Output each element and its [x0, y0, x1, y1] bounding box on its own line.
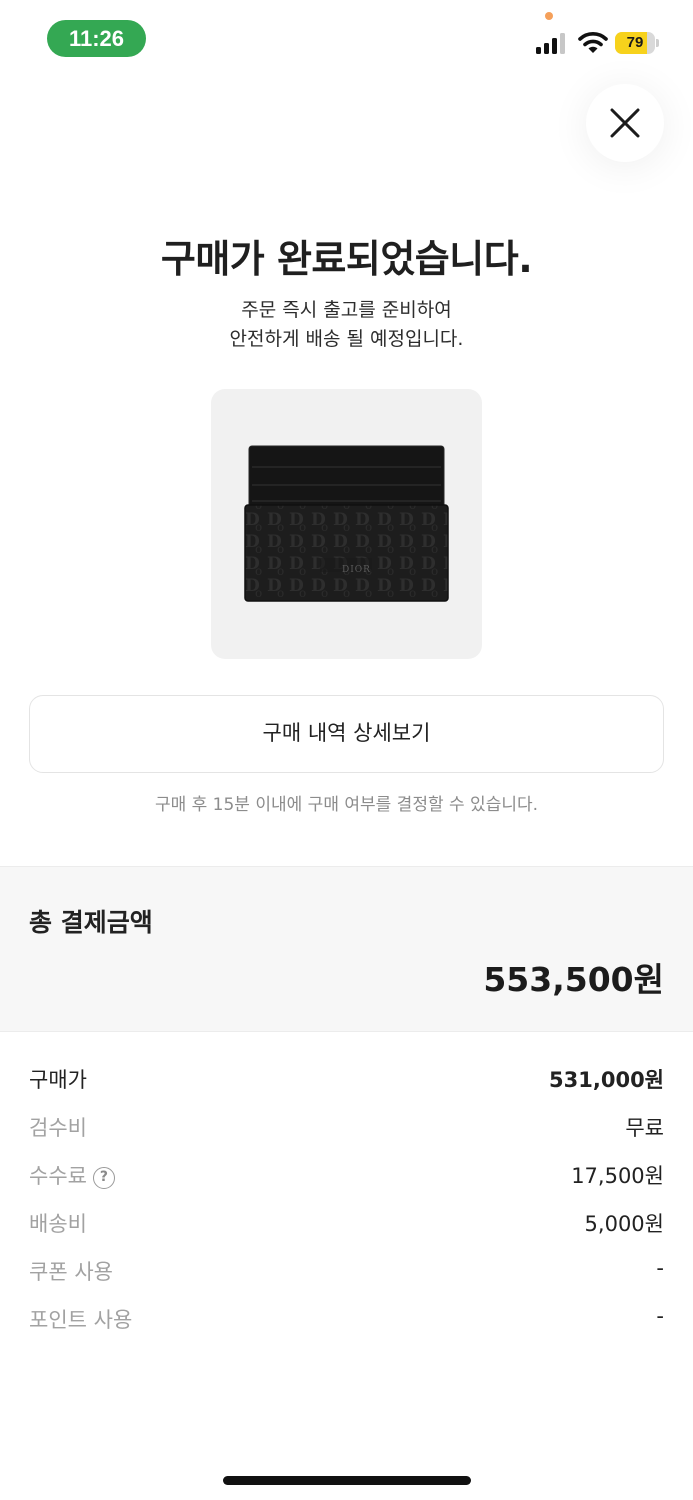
wifi-icon: [578, 32, 608, 53]
close-button[interactable]: [586, 84, 664, 162]
purchase-detail-button[interactable]: 구매 내역 상세보기: [29, 695, 664, 773]
purchase-price-label: 구매가: [29, 1068, 87, 1092]
close-icon: [610, 108, 640, 138]
breakdown-row-purchase-price: 구매가 531,000원: [29, 1054, 664, 1102]
breakdown-row-commission: 수수료? 17,500원: [29, 1150, 664, 1198]
purchase-price-value: 531,000원: [549, 1068, 664, 1092]
product-logo-text: DIOR: [342, 565, 371, 575]
product-image-card: D o DIOR: [211, 389, 482, 659]
inspection-fee-value: 무료: [625, 1116, 664, 1140]
payment-breakdown: 구매가 531,000원 검수비 무료 수수료? 17,500원 배송비 5,0…: [29, 1054, 664, 1342]
home-indicator[interactable]: [223, 1476, 471, 1485]
subtitle-line-2: 안전하게 배송 될 예정입니다.: [229, 328, 464, 350]
status-bar: 11:26 79: [0, 0, 693, 70]
privacy-indicator-dot: [545, 12, 553, 20]
page-subtitle: 주문 즉시 출고를 준비하여 안전하게 배송 될 예정입니다.: [0, 296, 693, 354]
total-payment-amount: 553,500원: [483, 960, 664, 999]
inspection-fee-label: 검수비: [29, 1116, 87, 1140]
commission-label-wrap: 수수료?: [29, 1160, 115, 1190]
breakdown-row-points: 포인트 사용 -: [29, 1294, 664, 1342]
commission-label: 수수료: [29, 1164, 87, 1188]
status-time: 11:26: [47, 20, 146, 57]
coupon-label: 쿠폰 사용: [29, 1260, 113, 1284]
breakdown-row-shipping-fee: 배송비 5,000원: [29, 1198, 664, 1246]
points-label: 포인트 사용: [29, 1308, 133, 1332]
shipping-fee-value: 5,000원: [584, 1212, 664, 1236]
decision-notice: 구매 후 15분 이내에 구매 여부를 결정할 수 있습니다.: [154, 795, 539, 815]
breakdown-row-coupon: 쿠폰 사용 -: [29, 1246, 664, 1294]
commission-value: 17,500원: [571, 1164, 664, 1188]
cellular-signal-icon: [536, 33, 565, 54]
battery-level-text: 79: [626, 34, 644, 51]
product-image-card-holder: D o: [244, 445, 449, 602]
total-payment-label: 총 결제금액: [29, 908, 153, 937]
help-icon[interactable]: ?: [92, 1167, 115, 1189]
coupon-value: -: [656, 1256, 664, 1280]
breakdown-row-inspection-fee: 검수비 무료: [29, 1102, 664, 1150]
page-title: 구매가 완료되었습니다.: [160, 237, 533, 281]
battery-indicator: 79: [615, 32, 659, 54]
total-payment-section: 총 결제금액 553,500원: [0, 866, 693, 1032]
shipping-fee-label: 배송비: [29, 1212, 87, 1236]
subtitle-line-1: 주문 즉시 출고를 준비하여: [241, 299, 452, 321]
points-value: -: [656, 1304, 664, 1328]
